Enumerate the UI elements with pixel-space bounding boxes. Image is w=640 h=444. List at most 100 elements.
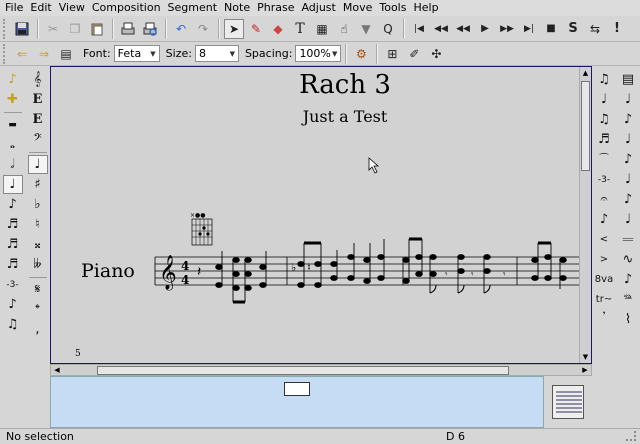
menu-help[interactable]: Help (410, 0, 442, 16)
move-right-icon[interactable]: ⇒ (34, 44, 54, 64)
paste-icon[interactable] (87, 19, 107, 39)
print-icon[interactable] (118, 19, 138, 39)
spacing-select[interactable]: 100% ▼ (295, 45, 342, 62)
sheet-layout-icon[interactable]: ▤ (618, 70, 638, 89)
eighth-note-icon[interactable]: ♪ (3, 195, 23, 214)
menu-phrase[interactable]: Phrase (254, 0, 298, 16)
sharp-icon[interactable]: ♯ (28, 175, 48, 194)
font-select[interactable]: Feta ▼ (113, 45, 160, 62)
score-view[interactable]: Rach 3 Just a Test ×●● Piano 𝄞 4 4 𝄽 ♭ ♮… (50, 66, 592, 364)
clef-icon[interactable]: ♪ (3, 70, 23, 89)
menu-move[interactable]: Move (340, 0, 377, 16)
bass-clef-icon[interactable]: 𝄢 (28, 130, 48, 149)
decrescendo-icon[interactable]: > (594, 250, 614, 269)
insert-icon[interactable]: ⊞ (382, 44, 402, 64)
redo-icon[interactable]: ↷ (193, 19, 213, 39)
accent-icon[interactable]: ♩ (618, 90, 638, 109)
sheet-icon[interactable]: ▤ (56, 44, 76, 64)
e-icon[interactable]: E (28, 90, 48, 109)
fast-forward-icon[interactable]: ▶▶ (497, 19, 517, 39)
mordent-icon[interactable]: ∿ (618, 250, 638, 269)
rewind-to-start-icon[interactable]: |◀ (409, 19, 429, 39)
whole-note-icon[interactable]: 𝅝 (3, 135, 23, 154)
grace-note-icon[interactable]: ♪ (3, 295, 23, 314)
sixty-fourth-note-icon[interactable]: ♬ (3, 255, 23, 274)
page-thumbnail-icon[interactable] (552, 385, 584, 419)
double-sharp-icon[interactable]: 𝄪 (28, 235, 48, 254)
stop-icon[interactable]: ■ (541, 19, 561, 39)
menu-adjust[interactable]: Adjust (298, 0, 339, 16)
double-flat-icon[interactable]: 𝄫 (28, 255, 48, 274)
downbow-icon[interactable]: ♩ (618, 210, 638, 229)
natural-icon[interactable]: ♮ (28, 215, 48, 234)
note-add-icon[interactable]: ✚ (3, 90, 23, 109)
sforzando-icon[interactable]: ♩ (618, 170, 638, 189)
filter-icon[interactable]: ▼ (356, 19, 376, 39)
eighth-group-icon[interactable]: ♫ (594, 110, 614, 129)
chord-note-icon[interactable]: ♫ (3, 315, 23, 334)
resize-grip-icon[interactable] (626, 431, 636, 441)
page-thumbnail[interactable] (544, 376, 592, 428)
erase-icon[interactable]: ◆ (268, 19, 288, 39)
coda-icon[interactable]: 𝄌 (28, 300, 48, 319)
symbol-icon[interactable]: ✣ (426, 44, 446, 64)
scroll-down-icon[interactable]: ▼ (580, 351, 591, 363)
score-canvas[interactable]: Rach 3 Just a Test ×●● Piano 𝄞 4 4 𝄽 ♭ ♮… (51, 67, 579, 363)
vertical-scroll-thumb[interactable] (581, 81, 590, 171)
marcato-icon[interactable]: ♪ (618, 150, 638, 169)
comma-icon[interactable]: , (28, 320, 48, 339)
search-icon[interactable]: Q (378, 19, 398, 39)
e-flat-icon[interactable]: E (28, 110, 48, 129)
thirty-second-note-icon[interactable]: ♬ (3, 235, 23, 254)
fermata-icon[interactable]: 𝄐 (594, 190, 614, 209)
pedal-icon[interactable]: 𝆮 (618, 290, 638, 309)
staccato-icon[interactable]: ♪ (618, 110, 638, 129)
menu-edit[interactable]: Edit (27, 0, 55, 16)
sixteenth-note-icon[interactable]: ♬ (3, 215, 23, 234)
quarter-note-group-icon[interactable]: ♩ (594, 90, 614, 109)
toolbar-grip[interactable] (3, 18, 8, 39)
layout-icon[interactable]: ⚙ (351, 44, 371, 64)
move-left-icon[interactable]: ⇐ (12, 44, 32, 64)
undo-icon[interactable]: ↶ (171, 19, 191, 39)
text-tool-icon[interactable]: T (290, 19, 310, 39)
scroll-right-icon[interactable]: ▶ (579, 365, 591, 375)
arpeggio-icon[interactable]: ⌇ (618, 310, 638, 329)
rewind-icon[interactable]: ◀◀ (431, 19, 451, 39)
print-preview-icon[interactable] (140, 19, 160, 39)
treble-clef-icon[interactable]: 𝄞 (28, 70, 48, 89)
octave-up-icon[interactable]: 8va (594, 270, 614, 289)
copy-icon[interactable]: ❐ (65, 19, 85, 39)
panner-viewport[interactable] (284, 382, 310, 396)
horizontal-scrollbar[interactable]: ◀ ▶ (50, 364, 592, 376)
turn-icon[interactable]: 𝄗 (618, 230, 638, 249)
menu-tools[interactable]: Tools (376, 0, 410, 16)
quarter-note-icon[interactable]: ♩ (2, 175, 23, 194)
solo-icon[interactable]: S (563, 19, 583, 39)
loop-icon[interactable]: ⇆ (585, 19, 605, 39)
menu-composition[interactable]: Composition (89, 0, 165, 16)
upbow-icon[interactable]: ♪ (618, 190, 638, 209)
overlay-icon[interactable]: ✐ (404, 44, 424, 64)
guitar-chord-icon[interactable]: ▦ (312, 19, 332, 39)
rest-icon[interactable]: ▬ (3, 115, 23, 134)
size-select[interactable]: 8 ▼ (194, 45, 239, 62)
menu-segment[interactable]: Segment (165, 0, 222, 16)
save-icon[interactable] (12, 19, 32, 39)
forward-to-end-icon[interactable]: ▶| (519, 19, 539, 39)
slur-icon[interactable]: -3- (594, 170, 614, 189)
fast-rewind-icon[interactable]: ◀◀ (453, 19, 473, 39)
triplet-icon[interactable]: -3- (3, 275, 23, 294)
toolbar-grip[interactable] (3, 43, 8, 64)
tuplet-icon[interactable]: ♪ (594, 210, 614, 229)
sustain-icon[interactable]: 𝄒 (594, 310, 614, 329)
triplet-group-icon[interactable]: ♬ (594, 130, 614, 149)
crescendo-icon[interactable]: < (594, 230, 614, 249)
trill-icon[interactable]: tr~ (594, 290, 614, 309)
fingering-icon[interactable]: ☝ (334, 19, 354, 39)
menu-file[interactable]: File (2, 0, 27, 16)
horizontal-scroll-thumb[interactable] (97, 366, 509, 375)
panic-icon[interactable]: ! (607, 19, 627, 39)
segno-icon[interactable]: 𝄋 (28, 280, 48, 299)
vertical-scrollbar[interactable]: ▲ ▼ (579, 67, 591, 363)
